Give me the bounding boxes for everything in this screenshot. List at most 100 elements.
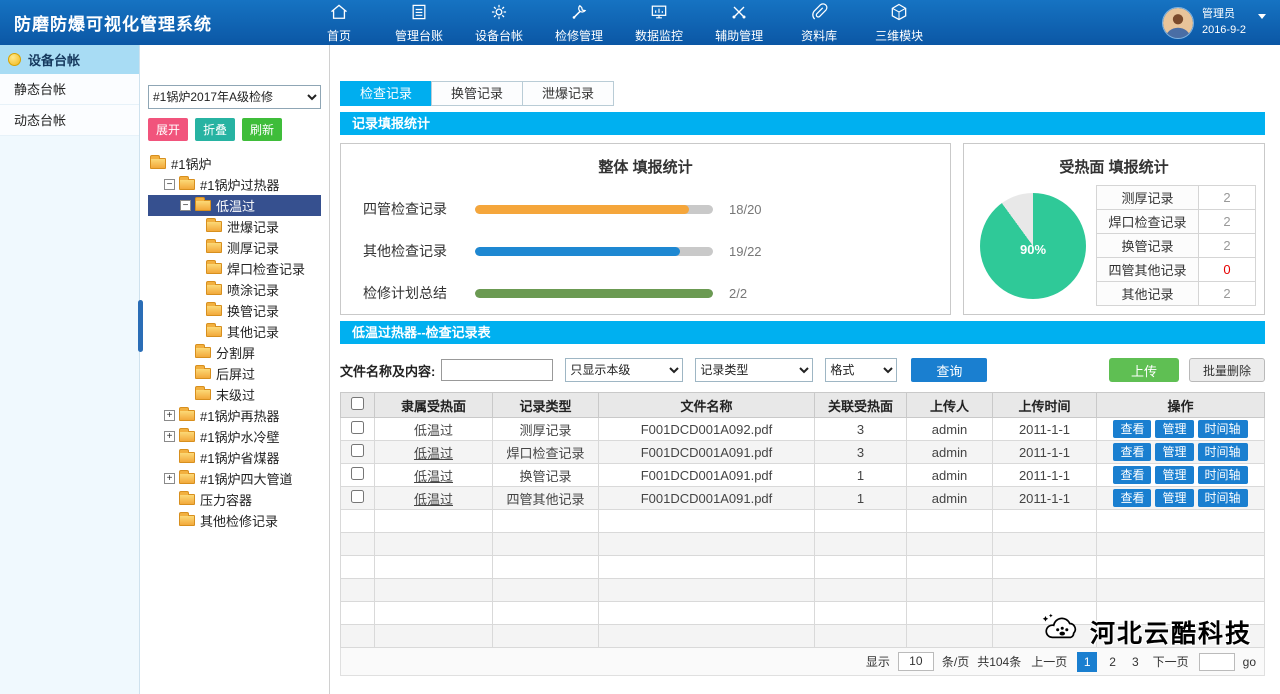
nav-data-monitor[interactable]: 数据监控 <box>635 2 683 44</box>
tree-item-selected[interactable]: 低温过 <box>148 195 321 216</box>
tree-item[interactable]: #1锅炉再热器 <box>148 405 321 426</box>
collapse-toggle-icon[interactable] <box>164 179 175 190</box>
tab-tube-change-records[interactable]: 换管记录 <box>431 81 523 106</box>
tree-item[interactable]: 后屏过 <box>148 363 321 384</box>
view-button[interactable]: 查看 <box>1113 466 1151 484</box>
tree-item[interactable]: 喷涂记录 <box>148 279 321 300</box>
nav-equipment-ledger[interactable]: 设备台帐 <box>475 2 523 44</box>
scope-select[interactable]: 只显示本级 <box>565 358 683 382</box>
folder-icon <box>179 179 195 190</box>
page-goto-input[interactable] <box>1199 653 1235 671</box>
progress-bar <box>475 205 713 214</box>
tree-item[interactable]: 泄爆记录 <box>148 216 321 237</box>
actions-cell: 查看管理时间轴 <box>1097 441 1265 464</box>
prev-page-button[interactable]: 上一页 <box>1029 653 1069 670</box>
tree-item[interactable]: 分割屏 <box>148 342 321 363</box>
collapse-button[interactable]: 折叠 <box>195 118 235 141</box>
user-box[interactable]: 管理员 2016-9-2 <box>1162 7 1280 39</box>
page-button-1[interactable]: 1 <box>1077 652 1097 672</box>
tree-item[interactable]: 压力容器 <box>148 489 321 510</box>
manage-button[interactable]: 管理 <box>1155 420 1193 438</box>
filter-row: 文件名称及内容: 只显示本级 记录类型 格式 查询 上传 批量删除 <box>340 358 1265 382</box>
timeline-button[interactable]: 时间轴 <box>1198 443 1248 461</box>
view-button[interactable]: 查看 <box>1113 443 1151 461</box>
page-button-2[interactable]: 2 <box>1105 655 1120 669</box>
row-checkbox[interactable] <box>351 467 364 480</box>
tree-actions: 展开 折叠 刷新 <box>148 118 321 141</box>
record-type-cell: 测厚记录 <box>493 418 599 441</box>
tree-item[interactable]: 焊口检查记录 <box>148 258 321 279</box>
tree-item[interactable]: 末级过 <box>148 384 321 405</box>
tree-item[interactable]: 其他检修记录 <box>148 510 321 531</box>
overhaul-select[interactable]: #1锅炉2017年A级检修 <box>148 85 321 109</box>
empty-row <box>341 602 1265 625</box>
row-checkbox[interactable] <box>351 490 364 503</box>
sidebar-item-dynamic-ledger[interactable]: 动态台帐 <box>0 105 139 136</box>
select-all-checkbox[interactable] <box>351 397 364 410</box>
refresh-button[interactable]: 刷新 <box>242 118 282 141</box>
manage-button[interactable]: 管理 <box>1155 489 1193 507</box>
tree-item[interactable]: #1锅炉过热器 <box>148 174 321 195</box>
nav-auxiliary[interactable]: 辅助管理 <box>715 2 763 44</box>
surface-cell: 低温过 <box>375 441 493 464</box>
related-surface-cell: 3 <box>815 441 907 464</box>
timeline-button[interactable]: 时间轴 <box>1198 420 1248 438</box>
view-button[interactable]: 查看 <box>1113 489 1151 507</box>
timeline-button[interactable]: 时间轴 <box>1198 466 1248 484</box>
folder-icon <box>206 221 222 232</box>
row-checkbox[interactable] <box>351 421 364 434</box>
file-name-cell: F001DCD001A092.pdf <box>599 418 815 441</box>
timeline-button[interactable]: 时间轴 <box>1198 489 1248 507</box>
folder-icon <box>206 305 222 316</box>
nav-home[interactable]: 首页 <box>315 2 363 44</box>
user-avatar[interactable] <box>1162 7 1194 39</box>
folder-icon <box>195 200 211 211</box>
user-menu-caret-icon[interactable] <box>1258 14 1266 19</box>
filename-search-input[interactable] <box>441 359 553 381</box>
collapse-toggle-icon[interactable] <box>180 200 191 211</box>
per-page-select[interactable]: 10 <box>898 652 934 671</box>
progress-row: 四管检查记录 18/20 <box>363 199 928 219</box>
go-button[interactable]: go <box>1243 655 1256 669</box>
folder-icon <box>195 368 211 379</box>
expand-button[interactable]: 展开 <box>148 118 188 141</box>
manage-button[interactable]: 管理 <box>1155 466 1193 484</box>
panel-splitter[interactable] <box>138 300 143 352</box>
view-button[interactable]: 查看 <box>1113 420 1151 438</box>
sidebar-item-static-ledger[interactable]: 静态台帐 <box>0 74 139 105</box>
nav-3d-module[interactable]: 三维模块 <box>875 2 923 44</box>
search-button[interactable]: 查询 <box>911 358 987 382</box>
section-header-stats: 记录填报统计 <box>340 112 1265 135</box>
tree-item[interactable]: #1锅炉省煤器 <box>148 447 321 468</box>
upload-button[interactable]: 上传 <box>1109 358 1179 382</box>
surface-link[interactable]: 低温过 <box>414 469 453 484</box>
actions-cell: 查看管理时间轴 <box>1097 418 1265 441</box>
folder-icon <box>195 347 211 358</box>
tab-explosion-records[interactable]: 泄爆记录 <box>522 81 614 106</box>
nav-management-ledger[interactable]: 管理台账 <box>395 2 443 44</box>
empty-row <box>341 556 1265 579</box>
nav-maintenance[interactable]: 检修管理 <box>555 2 603 44</box>
record-type-select[interactable]: 记录类型 <box>695 358 813 382</box>
tree-item[interactable]: #1锅炉四大管道 <box>148 468 321 489</box>
tree-item[interactable]: #1锅炉 <box>148 153 321 174</box>
tree-item[interactable]: 换管记录 <box>148 300 321 321</box>
sidebar-item-equipment-ledger[interactable]: 设备台帐 <box>0 45 139 74</box>
expand-toggle-icon[interactable] <box>164 431 175 442</box>
expand-toggle-icon[interactable] <box>164 410 175 421</box>
tree-item[interactable]: 其他记录 <box>148 321 321 342</box>
tree-item[interactable]: 测厚记录 <box>148 237 321 258</box>
page-button-3[interactable]: 3 <box>1128 655 1143 669</box>
surface-link[interactable]: 低温过 <box>414 492 453 507</box>
row-checkbox[interactable] <box>351 444 364 457</box>
tab-inspection-records[interactable]: 检查记录 <box>340 81 432 106</box>
expand-toggle-icon[interactable] <box>164 473 175 484</box>
format-select[interactable]: 格式 <box>825 358 897 382</box>
tree-item[interactable]: #1锅炉水冷壁 <box>148 426 321 447</box>
batch-delete-button[interactable]: 批量删除 <box>1189 358 1265 382</box>
surface-link[interactable]: 低温过 <box>414 446 453 461</box>
manage-button[interactable]: 管理 <box>1155 443 1193 461</box>
nav-library[interactable]: 资料库 <box>795 2 843 44</box>
next-page-button[interactable]: 下一页 <box>1151 653 1191 670</box>
folder-icon <box>206 242 222 253</box>
